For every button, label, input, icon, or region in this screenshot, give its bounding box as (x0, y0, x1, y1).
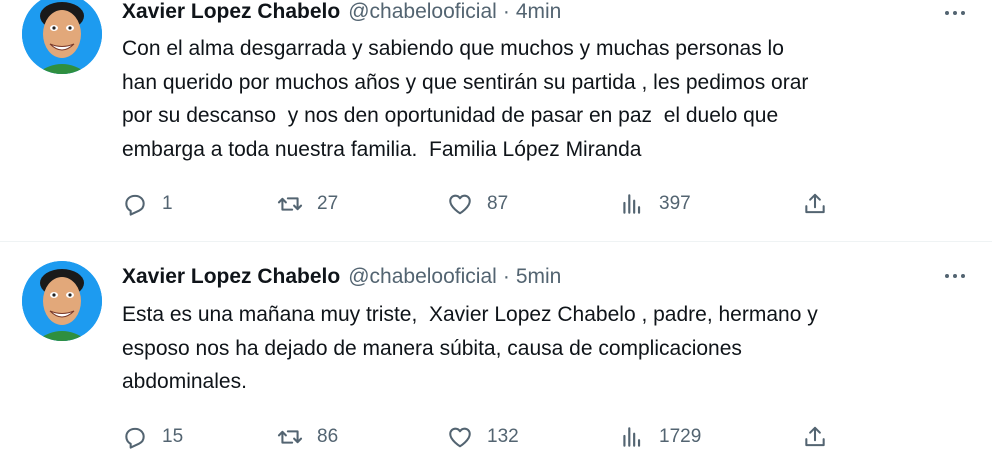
reply-count: 1 (162, 193, 173, 214)
retweet-icon (277, 197, 303, 211)
heart-icon (449, 427, 471, 448)
reply-icon (125, 194, 145, 216)
like-button[interactable]: 132 (447, 422, 519, 452)
retweet-count: 27 (317, 193, 339, 214)
tweet[interactable]: Xavier Lopez Chabelo @chabelooficial · 5… (0, 242, 992, 449)
tweet-actions: 1 27 87 397 (122, 189, 842, 219)
tweet-text: Con el alma desgarrada y sabiendo que mu… (122, 37, 809, 161)
views-icon (623, 194, 641, 214)
author-handle[interactable]: @chabelooficial (348, 0, 497, 24)
share-button[interactable] (802, 189, 828, 219)
heart-icon (449, 194, 471, 215)
reply-icon (125, 427, 145, 449)
tweet-text: Esta es una mañana muy triste, Xavier Lo… (122, 303, 818, 393)
share-button[interactable] (802, 422, 828, 452)
share-icon (805, 193, 825, 214)
tweet-header: Xavier Lopez Chabelo @chabelooficial · 4… (122, 0, 561, 27)
author-name[interactable]: Xavier Lopez Chabelo (122, 0, 340, 24)
author-name[interactable]: Xavier Lopez Chabelo (122, 265, 340, 289)
avatar[interactable] (22, 261, 102, 341)
views-icon (623, 427, 641, 447)
like-button[interactable]: 87 (447, 189, 508, 219)
views-button[interactable]: 1729 (619, 422, 701, 452)
retweet-count: 86 (317, 426, 339, 447)
reply-count: 15 (162, 426, 184, 447)
separator: · (502, 265, 510, 288)
views-count: 1729 (659, 426, 702, 447)
more-icon[interactable] (938, 266, 972, 286)
like-count: 87 (487, 193, 509, 214)
more-icon[interactable] (938, 3, 972, 23)
tweet[interactable]: Xavier Lopez Chabelo @chabelooficial · 4… (0, 0, 992, 242)
timestamp[interactable]: 5min (516, 265, 562, 289)
reply-button[interactable]: 15 (122, 422, 183, 452)
separator: · (502, 0, 510, 23)
retweet-button[interactable]: 86 (277, 422, 338, 452)
tweet-actions: 15 86 132 1729 (122, 422, 842, 452)
retweet-icon (277, 430, 303, 444)
retweet-button[interactable]: 27 (277, 189, 338, 219)
reply-button[interactable]: 1 (122, 189, 173, 219)
timestamp[interactable]: 4min (516, 0, 562, 24)
author-handle[interactable]: @chabelooficial (348, 265, 497, 289)
avatar[interactable] (22, 0, 102, 74)
share-icon (805, 426, 825, 447)
views-button[interactable]: 397 (619, 189, 691, 219)
views-count: 397 (659, 193, 691, 214)
tweet-header: Xavier Lopez Chabelo @chabelooficial · 5… (122, 262, 561, 292)
like-count: 132 (487, 426, 519, 447)
